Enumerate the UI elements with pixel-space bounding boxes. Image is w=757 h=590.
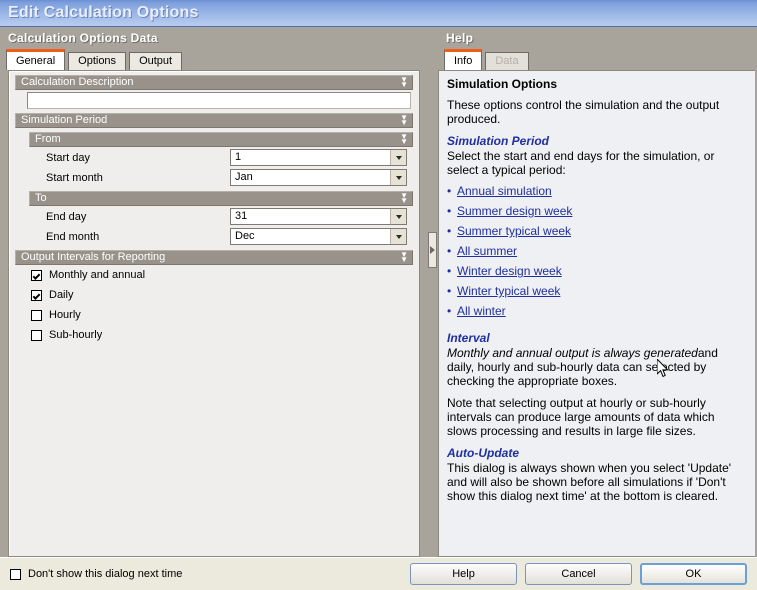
link-all-winter[interactable]: All winter (457, 304, 506, 318)
end-month-value: Dec (235, 230, 255, 242)
tab-options[interactable]: Options (68, 52, 127, 71)
list-item: Winter typical week (447, 281, 747, 301)
chevron-down-icon[interactable]: ▼ ▼ (400, 113, 408, 126)
help-interval-italic: Monthly and annual output is always gene… (447, 346, 698, 360)
list-item: Annual simulation (447, 181, 747, 201)
help-content: Simulation Options These options control… (438, 70, 755, 557)
list-item: Winter design week (447, 261, 747, 281)
label-hourly: Hourly (49, 309, 81, 321)
field-end-month: End month Dec (15, 227, 413, 246)
panel-splitter[interactable] (428, 27, 438, 557)
left-tabstrip: General Options Output (0, 49, 428, 71)
help-interval-text: Monthly and annual output is always gene… (447, 346, 747, 388)
help-button[interactable]: Help (410, 563, 517, 585)
ok-button[interactable]: OK (640, 563, 747, 585)
calculation-description-input[interactable] (27, 92, 411, 109)
start-month-combo[interactable]: Jan (230, 169, 407, 186)
window-title: Edit Calculation Options (8, 4, 199, 21)
tab-data: Data (485, 52, 529, 71)
field-end-day: End day 31 (15, 207, 413, 226)
list-item: Summer typical week (447, 221, 747, 241)
checkbox-row-sub-hourly[interactable]: Sub-hourly (31, 325, 419, 345)
field-start-day: Start day 1 (15, 148, 413, 167)
help-panel-title: Help (446, 31, 474, 45)
section-header-calculation-description[interactable]: Calculation Description ▼ ▼ (15, 75, 413, 90)
window-titlebar: Edit Calculation Options (0, 0, 757, 27)
help-panel: Help Info Data Simulation Options These … (438, 27, 757, 557)
checkbox-sub-hourly[interactable] (31, 329, 42, 341)
dropdown-arrow-icon[interactable] (390, 209, 406, 224)
dont-show-row[interactable]: Don't show this dialog next time (10, 568, 402, 580)
workspace: Calculation Options Data General Options… (0, 27, 757, 557)
label-end-month: End month (46, 230, 100, 243)
link-summer-design-week[interactable]: Summer design week (457, 204, 572, 218)
chevron-down-icon[interactable]: ▼ ▼ (400, 75, 408, 88)
chevron-down-icon[interactable]: ▼ ▼ (400, 191, 408, 204)
dropdown-arrow-icon[interactable] (390, 170, 406, 185)
help-autoupdate-text: This dialog is always shown when you sel… (447, 461, 732, 503)
tab-output[interactable]: Output (129, 52, 183, 71)
section-label: Simulation Period (21, 114, 108, 126)
link-annual-simulation[interactable]: Annual simulation (457, 184, 552, 198)
list-item: All summer (447, 241, 747, 261)
label-daily: Daily (49, 289, 74, 301)
checkbox-dont-show-dialog[interactable] (10, 568, 21, 580)
chevron-right-icon (430, 246, 435, 254)
section-label: Calculation Description (21, 76, 134, 88)
link-winter-design-week[interactable]: Winter design week (457, 264, 562, 278)
dropdown-arrow-icon[interactable] (390, 150, 406, 165)
end-month-combo[interactable]: Dec (230, 228, 407, 245)
help-interval-note: Note that selecting output at hourly or … (447, 396, 715, 438)
help-heading: Simulation Options (447, 77, 557, 91)
link-winter-typical-week[interactable]: Winter typical week (457, 284, 560, 298)
help-subheading-interval: Interval (447, 331, 490, 345)
label-end-day: End day (46, 210, 87, 223)
label-start-month: Start month (46, 171, 103, 184)
tab-info[interactable]: Info (444, 49, 483, 70)
label-sub-hourly: Sub-hourly (49, 329, 103, 341)
section-header-output-intervals[interactable]: Output Intervals for Reporting ▼ ▼ (15, 250, 413, 265)
start-month-value: Jan (235, 171, 253, 183)
help-intro: These options control the simulation and… (447, 98, 720, 126)
label-start-day: Start day (46, 151, 91, 164)
checkbox-row-daily[interactable]: Daily (31, 285, 419, 305)
checkbox-daily[interactable] (31, 289, 42, 301)
section-label: Output Intervals for Reporting (21, 251, 166, 263)
end-day-value: 31 (235, 210, 248, 222)
checkbox-monthly-and-annual[interactable] (31, 269, 42, 281)
help-simulation-period-lead: Select the start and end days for the si… (447, 149, 715, 177)
end-day-combo[interactable]: 31 (230, 208, 407, 225)
dialog-footer: Don't show this dialog next time Help Ca… (0, 557, 757, 590)
help-link-list: Annual simulation Summer design week Sum… (447, 181, 747, 321)
help-subheading-simulation-period: Simulation Period (447, 134, 550, 148)
label-monthly-and-annual: Monthly and annual (49, 269, 146, 281)
section-label: From (35, 133, 61, 145)
help-subheading-auto-update: Auto-Update (447, 446, 519, 460)
help-tabstrip: Info Data (438, 49, 757, 71)
cancel-button[interactable]: Cancel (525, 563, 632, 585)
section-label: To (35, 192, 47, 204)
left-panel-title: Calculation Options Data (8, 31, 158, 45)
field-start-month: Start month Jan (15, 168, 413, 187)
splitter-collapse-handle[interactable] (428, 232, 437, 268)
link-summer-typical-week[interactable]: Summer typical week (457, 224, 571, 238)
list-item: Summer design week (447, 201, 747, 221)
section-header-simulation-period[interactable]: Simulation Period ▼ ▼ (15, 113, 413, 128)
checkbox-row-monthly-and-annual[interactable]: Monthly and annual (31, 265, 419, 285)
list-item: All winter (447, 301, 747, 321)
checkbox-row-hourly[interactable]: Hourly (31, 305, 419, 325)
section-header-from[interactable]: From ▼ ▼ (29, 132, 413, 147)
section-header-to[interactable]: To ▼ ▼ (29, 191, 413, 206)
tab-general[interactable]: General (6, 49, 66, 70)
label-dont-show-dialog: Don't show this dialog next time (28, 568, 183, 580)
chevron-down-icon[interactable]: ▼ ▼ (400, 132, 408, 145)
start-day-combo[interactable]: 1 (230, 149, 407, 166)
calculation-options-panel: Calculation Options Data General Options… (0, 27, 428, 557)
start-day-value: 1 (235, 151, 242, 163)
dropdown-arrow-icon[interactable] (390, 229, 406, 244)
chevron-down-icon[interactable]: ▼ ▼ (400, 250, 408, 263)
link-all-summer[interactable]: All summer (457, 244, 517, 258)
general-form: Calculation Description ▼ ▼ Simulation Pe… (8, 70, 420, 557)
checkbox-hourly[interactable] (31, 309, 42, 321)
